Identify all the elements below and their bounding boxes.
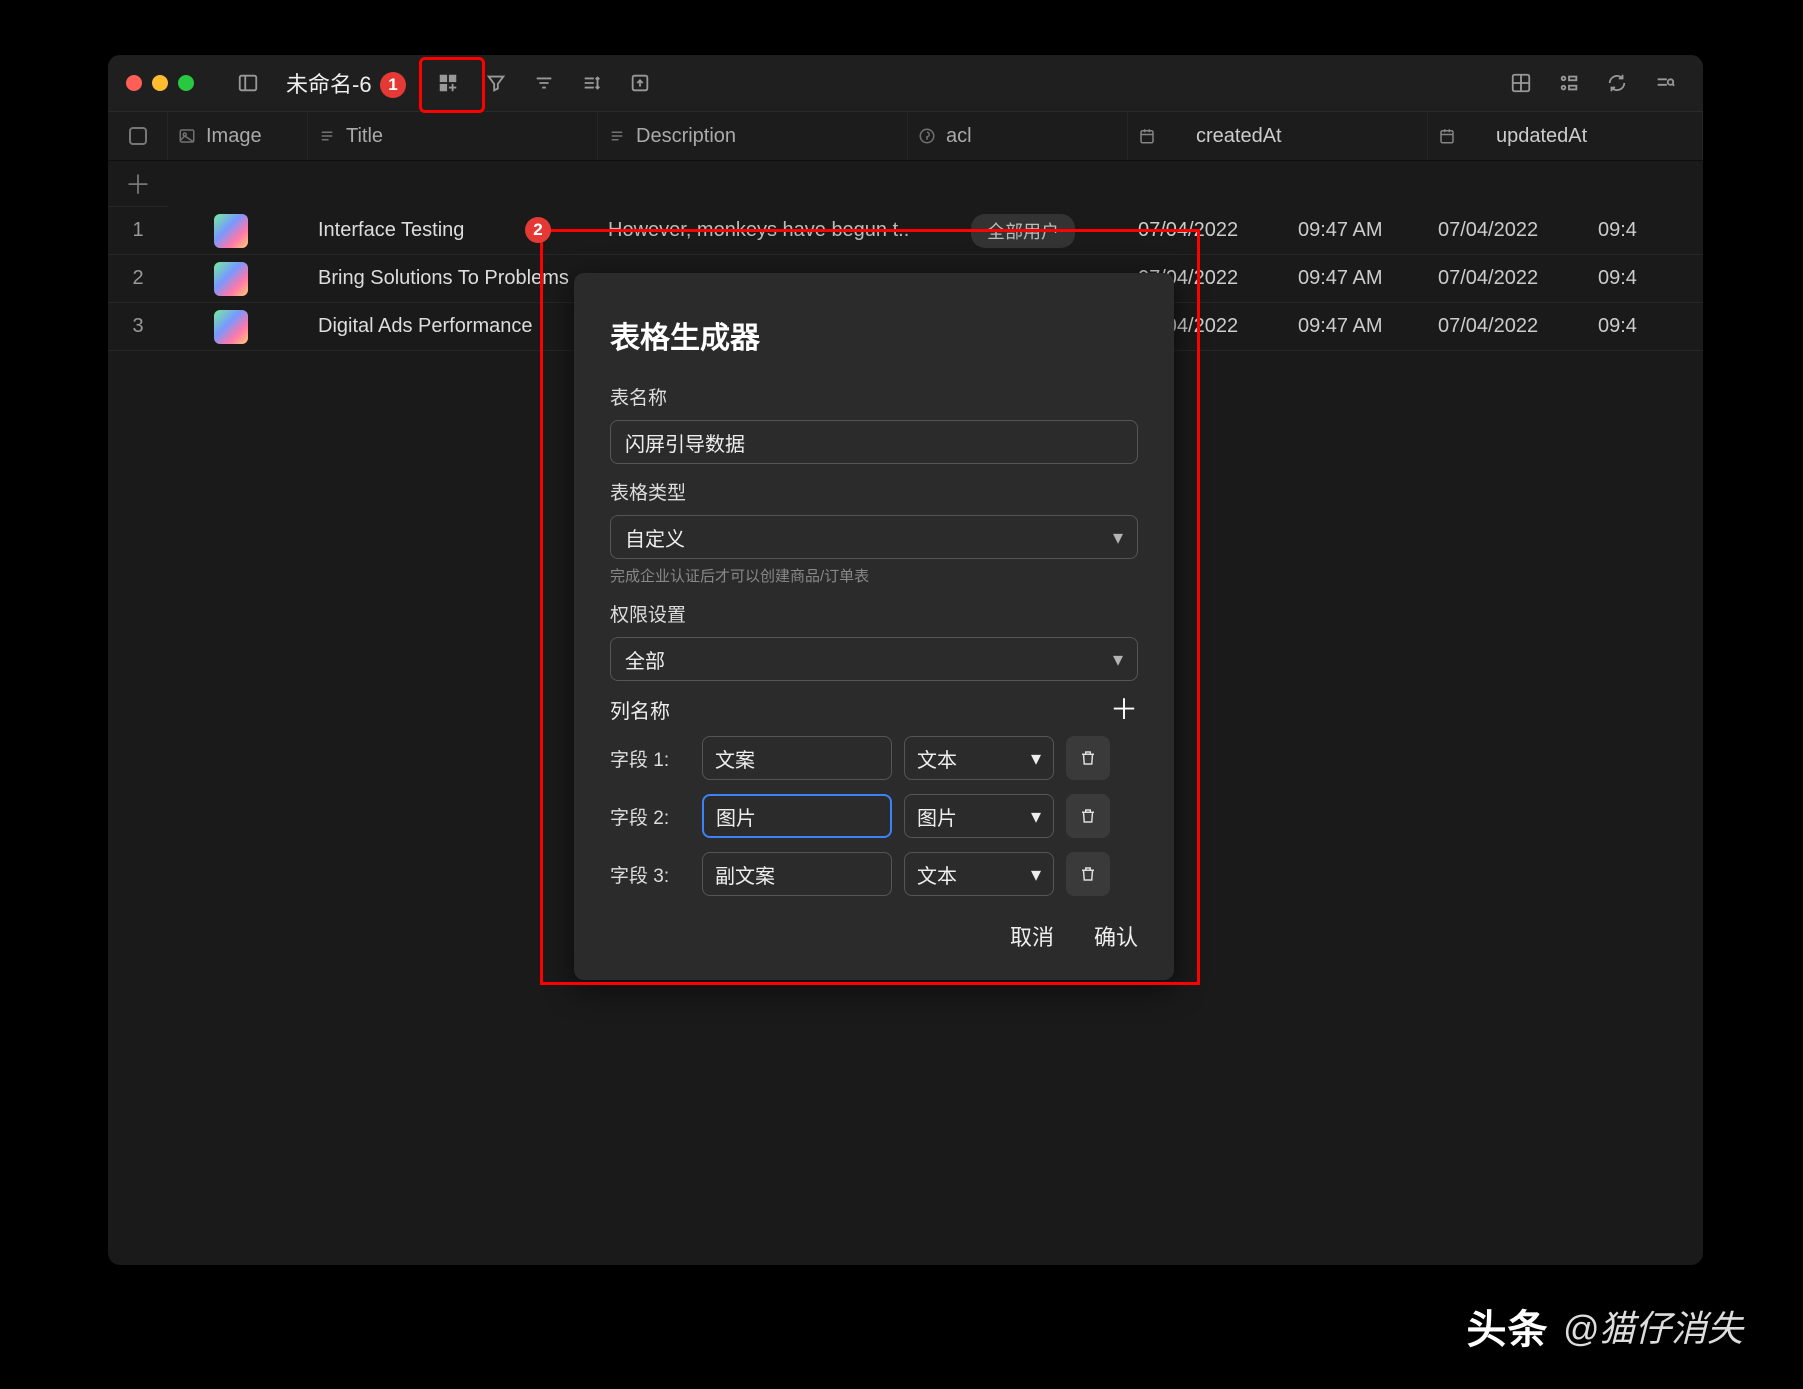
refresh-button[interactable] xyxy=(1597,63,1637,103)
maximize-window-button[interactable] xyxy=(178,75,194,91)
watermark: 头条 @猫仔消失 xyxy=(1466,1297,1743,1355)
chevron-down-icon: ▾ xyxy=(1113,647,1123,672)
cancel-button[interactable]: 取消 xyxy=(1010,920,1054,952)
header-image[interactable]: Image xyxy=(168,112,308,160)
header-title[interactable]: Title xyxy=(308,112,598,160)
perm-label: 权限设置 xyxy=(610,600,1138,627)
annotation-badge-1: 1 xyxy=(380,72,406,98)
cell-description[interactable]: However, monkeys have begun t... xyxy=(598,219,908,242)
chevron-down-icon: ▾ xyxy=(1031,746,1041,771)
add-column-button[interactable]: ＋ xyxy=(1110,696,1138,724)
minimize-window-button[interactable] xyxy=(152,75,168,91)
modal-actions: 取消 确认 xyxy=(610,920,1138,952)
select-all-checkbox[interactable] xyxy=(129,127,147,145)
sort-button[interactable] xyxy=(572,63,612,103)
chevron-down-icon: ▾ xyxy=(1113,525,1123,550)
cell-updatedat[interactable]: 07/04/202209:4 xyxy=(1428,267,1703,290)
delete-field-button[interactable] xyxy=(1066,852,1110,896)
filter-button[interactable] xyxy=(476,63,516,103)
field-label: 字段 3: xyxy=(610,861,690,888)
header-description[interactable]: Description xyxy=(598,112,908,160)
watermark-author: @猫仔消失 xyxy=(1562,1300,1743,1352)
field-type-select[interactable]: 图片▾ xyxy=(904,794,1054,838)
document-title: 未命名-6 xyxy=(276,67,382,99)
table-type-value: 自定义 xyxy=(625,523,685,552)
field-name-input[interactable]: 图片 xyxy=(702,794,892,838)
header-description-label: Description xyxy=(636,125,736,148)
cell-title[interactable]: Interface Testing xyxy=(308,219,598,242)
search-settings-button[interactable] xyxy=(1645,63,1685,103)
columns-label: 列名称 xyxy=(610,695,670,724)
titlebar: 未命名-6 xyxy=(108,55,1703,111)
cell-createdat[interactable]: 07/04/202209:47 AM xyxy=(1128,219,1428,242)
perm-value: 全部 xyxy=(625,645,665,674)
watermark-brand: 头条 xyxy=(1466,1297,1548,1355)
field-type-select[interactable]: 文本▾ xyxy=(904,736,1054,780)
header-createdat-label: createdAt xyxy=(1196,125,1282,148)
upload-button[interactable] xyxy=(620,63,660,103)
table-type-label: 表格类型 xyxy=(610,478,1138,505)
header-updatedat-label: updatedAt xyxy=(1496,125,1587,148)
table-name-value: 闪屏引导数据 xyxy=(625,428,745,457)
header-title-label: Title xyxy=(346,125,383,148)
header-acl-label: acl xyxy=(946,125,972,148)
table-name-label: 表名称 xyxy=(610,383,1138,410)
field-label: 字段 2: xyxy=(610,803,690,830)
table-name-input[interactable]: 闪屏引导数据 xyxy=(610,420,1138,464)
add-row-button[interactable]: ＋ xyxy=(108,161,168,207)
thumbnail-icon xyxy=(214,262,248,296)
window-controls xyxy=(126,75,194,91)
field-row: 字段 2: 图片图片▾ xyxy=(610,794,1138,838)
table-header: Image Title Description acl createdAt up… xyxy=(108,111,1703,161)
confirm-button[interactable]: 确认 xyxy=(1094,920,1138,952)
thumbnail-icon xyxy=(214,310,248,344)
modal-title: 表格生成器 xyxy=(610,313,1138,357)
field-row: 字段 3: 副文案文本▾ xyxy=(610,852,1138,896)
annotation-badge-2: 2 xyxy=(525,217,551,243)
header-acl[interactable]: acl xyxy=(908,112,1128,160)
field-label: 字段 1: xyxy=(610,745,690,772)
table-type-hint: 完成企业认证后才可以创建商品/订单表 xyxy=(610,565,1138,586)
header-checkbox-cell[interactable] xyxy=(108,112,168,160)
filter-lines-button[interactable] xyxy=(524,63,564,103)
relation-button[interactable] xyxy=(1549,63,1589,103)
field-row: 字段 1: 文案文本▾ xyxy=(610,736,1138,780)
header-updatedat[interactable]: updatedAt xyxy=(1428,112,1703,160)
chevron-down-icon: ▾ xyxy=(1031,862,1041,887)
cell-acl[interactable]: 全部用户 xyxy=(908,214,1128,248)
delete-field-button[interactable] xyxy=(1066,794,1110,838)
table-generator-modal: 表格生成器 表名称 闪屏引导数据 表格类型 自定义 ▾ 完成企业认证后才可以创建… xyxy=(574,273,1174,980)
cell-image[interactable] xyxy=(168,310,308,344)
field-type-select[interactable]: 文本▾ xyxy=(904,852,1054,896)
table-generator-button[interactable] xyxy=(428,63,468,103)
field-name-input[interactable]: 文案 xyxy=(702,736,892,780)
cell-title[interactable]: Bring Solutions To Problems xyxy=(308,267,598,290)
cell-updatedat[interactable]: 07/04/202209:4 xyxy=(1428,219,1703,242)
sidebar-toggle-button[interactable] xyxy=(228,63,268,103)
thumbnail-icon xyxy=(214,214,248,248)
header-image-label: Image xyxy=(206,125,262,148)
row-index: 3 xyxy=(108,315,168,338)
app-window: 未命名-6 xyxy=(108,55,1703,1265)
close-window-button[interactable] xyxy=(126,75,142,91)
layout-button[interactable] xyxy=(1501,63,1541,103)
row-index: 1 xyxy=(108,219,168,242)
row-index: 2 xyxy=(108,267,168,290)
acl-pill: 全部用户 xyxy=(971,214,1075,248)
cell-updatedat[interactable]: 07/04/202209:4 xyxy=(1428,315,1703,338)
chevron-down-icon: ▾ xyxy=(1031,804,1041,829)
delete-field-button[interactable] xyxy=(1066,736,1110,780)
header-createdat[interactable]: createdAt xyxy=(1128,112,1428,160)
field-name-input[interactable]: 副文案 xyxy=(702,852,892,896)
table-type-select[interactable]: 自定义 ▾ xyxy=(610,515,1138,559)
table-row[interactable]: 1 Interface TestingHowever, monkeys have … xyxy=(108,207,1703,255)
cell-image[interactable] xyxy=(168,214,308,248)
cell-image[interactable] xyxy=(168,262,308,296)
perm-select[interactable]: 全部 ▾ xyxy=(610,637,1138,681)
cell-title[interactable]: Digital Ads Performance xyxy=(308,315,598,338)
